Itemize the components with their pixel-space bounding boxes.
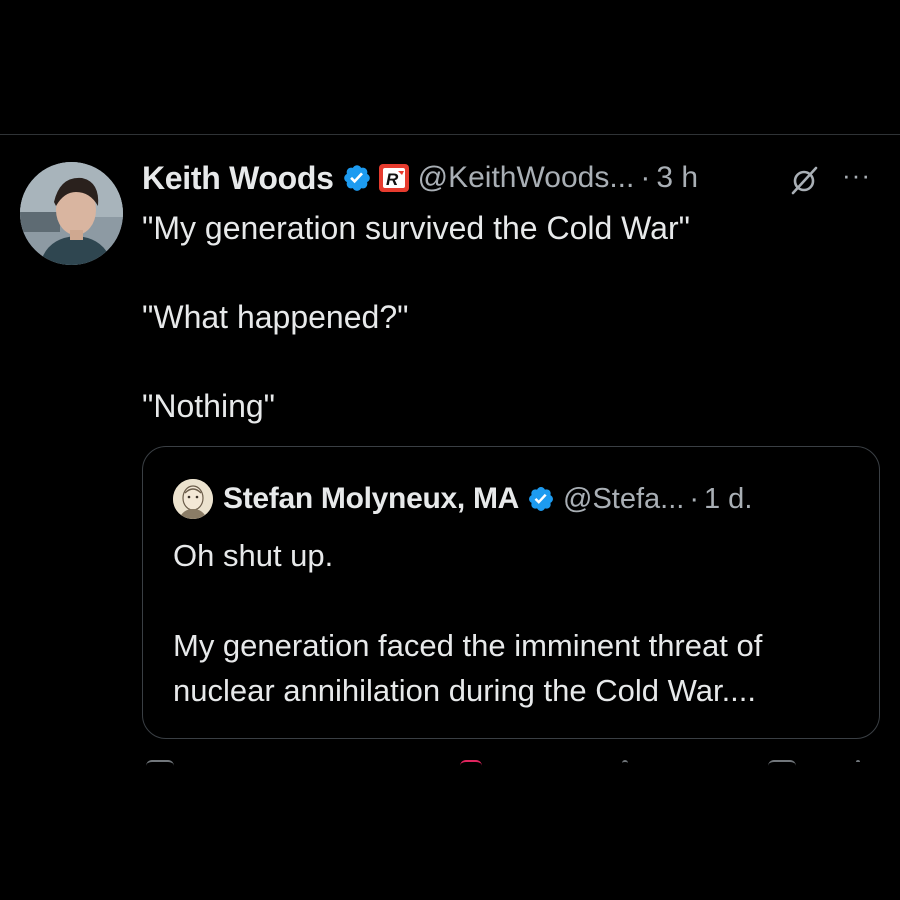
author-handle[interactable]: @KeithWoods... xyxy=(418,161,635,195)
quoted-body-line: nuclear annihilation during the Cold War… xyxy=(173,673,757,708)
repost-icon[interactable] xyxy=(460,760,482,766)
verified-badge-icon[interactable] xyxy=(527,485,555,513)
svg-text:R: R xyxy=(386,170,399,189)
quoted-tweet-time[interactable]: 1 d. xyxy=(704,483,752,516)
separator-dot: · xyxy=(689,482,699,515)
quoted-author-handle[interactable]: @Stefa... xyxy=(563,483,684,516)
quoted-body-line: Oh shut up. xyxy=(173,538,334,573)
bookmark-icon[interactable] xyxy=(768,760,796,766)
share-icon[interactable] xyxy=(856,760,860,766)
author-avatar[interactable] xyxy=(20,162,123,265)
tweet-time[interactable]: 3 h xyxy=(656,161,698,195)
quoted-tweet[interactable]: Stefan Molyneux, MA @Stefa... · 1 d. Oh … xyxy=(142,446,880,739)
quoted-author-name[interactable]: Stefan Molyneux, MA xyxy=(223,482,519,516)
grok-icon[interactable] xyxy=(788,164,820,196)
tweet-body-line: "My generation survived the Cold War" xyxy=(142,210,690,246)
quoted-tweet-header: Stefan Molyneux, MA @Stefa... · 1 d. xyxy=(173,479,752,519)
affiliation-badge-icon[interactable]: R xyxy=(378,163,410,193)
verified-badge-icon[interactable] xyxy=(342,163,372,193)
quoted-tweet-body: Oh shut up. My generation faced the immi… xyxy=(173,533,873,713)
like-icon[interactable] xyxy=(622,760,628,766)
separator-dot: · xyxy=(640,161,651,194)
tweet-body-line: "What happened?" xyxy=(142,299,409,335)
top-divider xyxy=(0,134,900,135)
quoted-author-avatar[interactable] xyxy=(173,479,213,519)
action-bar-partial xyxy=(142,760,862,768)
reply-icon[interactable] xyxy=(146,760,174,766)
tweet-body: "My generation survived the Cold War" "W… xyxy=(142,206,882,473)
tweet-body-line: "Nothing" xyxy=(142,388,276,424)
quoted-body-line: My generation faced the imminent threat … xyxy=(173,628,763,663)
more-icon[interactable]: ··· xyxy=(842,160,871,191)
author-name[interactable]: Keith Woods xyxy=(142,160,334,197)
tweet-header: Keith Woods R @KeithWoods... · 3 h xyxy=(142,160,698,196)
